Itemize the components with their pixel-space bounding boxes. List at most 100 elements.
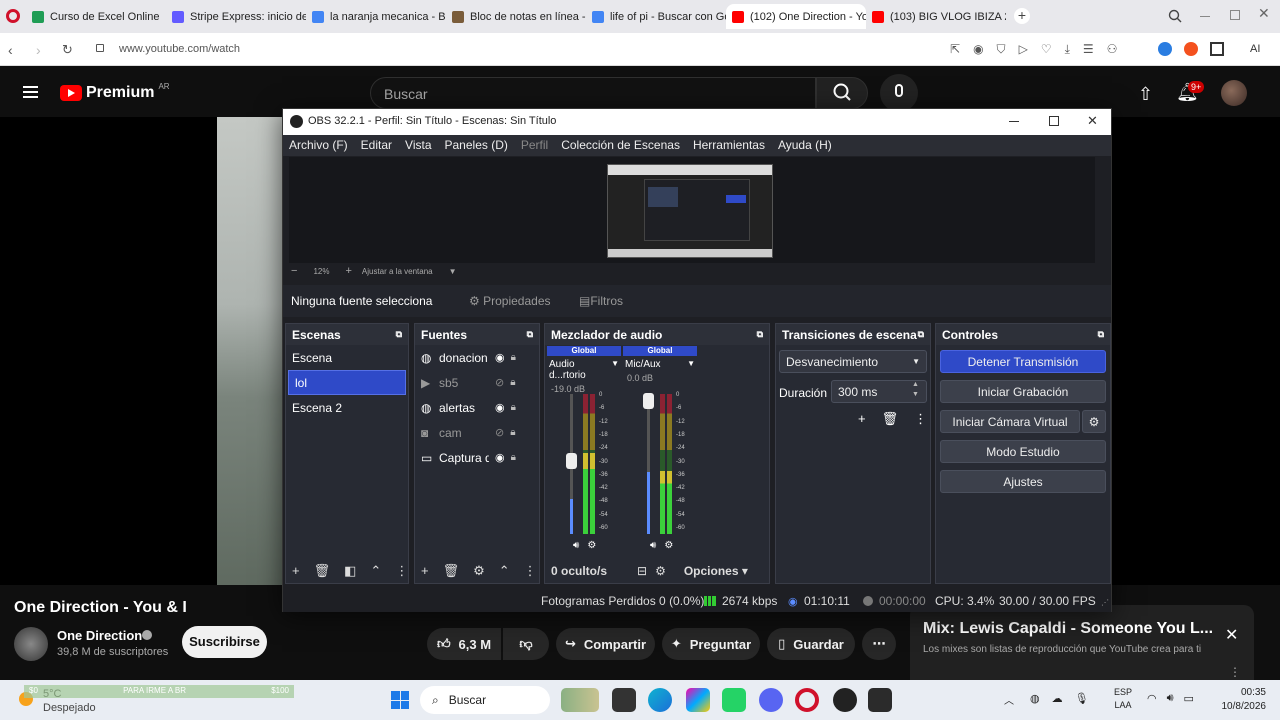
ai-button[interactable]: AI [1250,43,1260,55]
volume-slider-handle[interactable] [643,393,654,409]
start-icon[interactable] [391,691,409,709]
move-up-icon[interactable]: ⌃ [370,563,381,579]
volume-icon[interactable]: 🔊︎ [1167,692,1174,705]
resize-grip-icon[interactable]: ⋰ [1101,598,1109,607]
browser-tab[interactable]: Bloc de notas en línea - To [446,4,586,29]
app-taskbar-icon[interactable] [868,688,892,712]
obs-menu-item[interactable]: Perfil [521,138,548,153]
remove-transition-icon[interactable]: 🗑︎ [882,411,899,427]
source-settings-icon[interactable]: ⚙ [473,563,485,579]
virtual-camera-settings-icon[interactable]: ⚙ [1082,410,1106,433]
eye-icon[interactable]: ◉ [495,401,505,414]
scene-item[interactable]: Escena [286,345,408,370]
ext-blue-icon[interactable] [1158,42,1172,56]
fit-dropdown-icon[interactable]: ▼ [449,267,457,276]
mixer-options-button[interactable]: Opciones ▾ [684,564,748,578]
obs-menu-item[interactable]: Editar [361,138,392,153]
start-virtual-camera-button[interactable]: Iniciar Cámara Virtual [940,410,1080,433]
ext-fire-icon[interactable] [1184,42,1198,56]
stop-stream-button[interactable]: Detener Transmisión [940,350,1106,373]
channel-name[interactable]: One Direction [57,628,142,643]
ask-button[interactable]: ✦ Preguntar [662,628,760,660]
search-button[interactable] [816,77,868,109]
scene-filter-icon[interactable]: ◧ [344,563,356,579]
battery-icon[interactable]: ▭ [1184,692,1194,705]
download-icon[interactable]: ⤓ [1065,42,1070,57]
undock-icon[interactable]: ⧉ [527,329,533,340]
close-window-icon[interactable]: ✕ [1258,5,1270,22]
restore-icon[interactable] [1230,10,1240,20]
avatar[interactable] [1221,80,1247,106]
language-indicator[interactable]: ESP LAA [1114,686,1132,712]
undock-icon[interactable]: ⧉ [1098,329,1104,340]
browser-tab[interactable]: Curso de Excel Online [26,4,166,29]
tray-icons[interactable]: ◍ ☁ 🎙︎ [1030,692,1089,705]
youtube-logo[interactable]: Premium AR [60,82,170,102]
ext-cube-icon[interactable] [1210,42,1224,56]
network-icons[interactable]: ◠ 🔊︎ ▭ [1147,692,1194,705]
source-item[interactable]: ◍ alertas ◉ 🔒︎ [415,395,539,420]
eye-icon[interactable]: ◉ [495,351,505,364]
mix-title[interactable]: Mix: Lewis Capaldi - Someone You L... [923,620,1213,638]
zoom-in-button[interactable]: + [345,265,351,277]
dislike-button[interactable]: 👎︎ [503,628,549,660]
obs-maximize-icon[interactable] [1049,116,1059,126]
source-item[interactable]: ▭ Captura d ◉ 🔒︎ [415,445,539,470]
share-button[interactable]: ↪ Compartir [556,628,655,660]
obs-close-icon[interactable]: ✕ [1087,113,1098,129]
search-input[interactable]: Buscar [370,77,816,109]
transition-select[interactable]: Desvanecimiento ▼ [779,350,927,373]
browser-tab[interactable]: (103) BIG VLOG IBIZA 202 [866,4,1006,29]
obs-menu-item[interactable]: Colección de Escenas [561,138,680,153]
url-field[interactable]: www.youtube.com/watch [119,43,240,55]
tray-chevron-icon[interactable]: ︿ [1004,692,1014,707]
speaker-icon[interactable]: 🔊︎ [650,540,656,551]
filters-button[interactable]: ▤Filtros [579,294,623,308]
browser-tab[interactable]: (102) One Direction - You [726,4,866,29]
eye-off-icon[interactable]: ⊘ [495,376,504,389]
undock-icon[interactable]: ⧉ [396,329,402,340]
lock-icon[interactable]: 🔒︎ [510,427,515,438]
save-button[interactable]: ▯ Guardar [767,628,855,660]
channel-settings-icon[interactable]: ⚙ [664,540,673,551]
mix-panel[interactable] [910,605,1254,680]
profile-icon[interactable]: ⚇ [1107,42,1118,57]
remove-source-icon[interactable]: 🗑︎ [443,563,460,579]
volume-slider-handle[interactable] [566,453,577,469]
hamburger-icon[interactable] [23,86,38,98]
source-item[interactable]: ◍ donacion ◉ 🔒︎ [415,345,539,370]
browser-tab[interactable]: Stripe Express: inicio de se [166,4,306,29]
zoom-out-button[interactable]: − [291,265,297,277]
file-explorer-icon[interactable] [612,688,636,712]
mix-more-icon[interactable]: ⋮ [1229,665,1241,679]
mixer-layout-icon[interactable]: ⊟ [637,564,647,578]
undock-icon[interactable]: ⧉ [757,329,763,340]
copilot-icon[interactable] [686,688,710,712]
remove-scene-icon[interactable]: 🗑︎ [314,563,331,579]
heart-icon[interactable]: ♡ [1041,42,1052,57]
obs-menu-item[interactable]: Archivo (F) [289,138,348,153]
eye-icon[interactable]: ◉ [495,451,505,464]
shield-icon[interactable]: ⛉ [997,42,1006,57]
upload-icon[interactable]: ⇧ [1138,84,1153,105]
tray-cloud-icon[interactable]: ☁ [1052,692,1063,705]
channel-settings-icon[interactable]: ⚙ [587,540,596,551]
extension-icons[interactable] [1158,42,1224,56]
lock-icon[interactable]: 🔒︎ [511,452,516,463]
source-item[interactable]: ▶ sb5 ⊘ 🔒︎ [415,370,539,395]
obs-menu-item[interactable]: Herramientas [693,138,765,153]
more-button[interactable]: ⋯ [862,628,896,660]
ticker-banner[interactable]: $0 PARA IRME A BR $100 [24,685,294,698]
browser-tab[interactable]: life of pi - Buscar con Goo [586,4,726,29]
microphone-icon[interactable] [880,74,918,112]
forward-icon[interactable]: › [36,42,41,58]
obs-menu-item[interactable]: Paneles (D) [445,138,508,153]
tab-search-icon[interactable] [1168,9,1182,23]
transition-more-icon[interactable]: ⋮ [914,411,927,427]
settings-button[interactable]: Ajustes [940,470,1106,493]
obs-menu-item[interactable]: Ayuda (H) [778,138,832,153]
eye-off-icon[interactable]: ⊘ [495,426,504,439]
move-up-icon[interactable]: ⌃ [499,563,510,579]
opera-logo-icon[interactable] [6,9,20,23]
obs-menu-item[interactable]: Vista [405,138,431,153]
